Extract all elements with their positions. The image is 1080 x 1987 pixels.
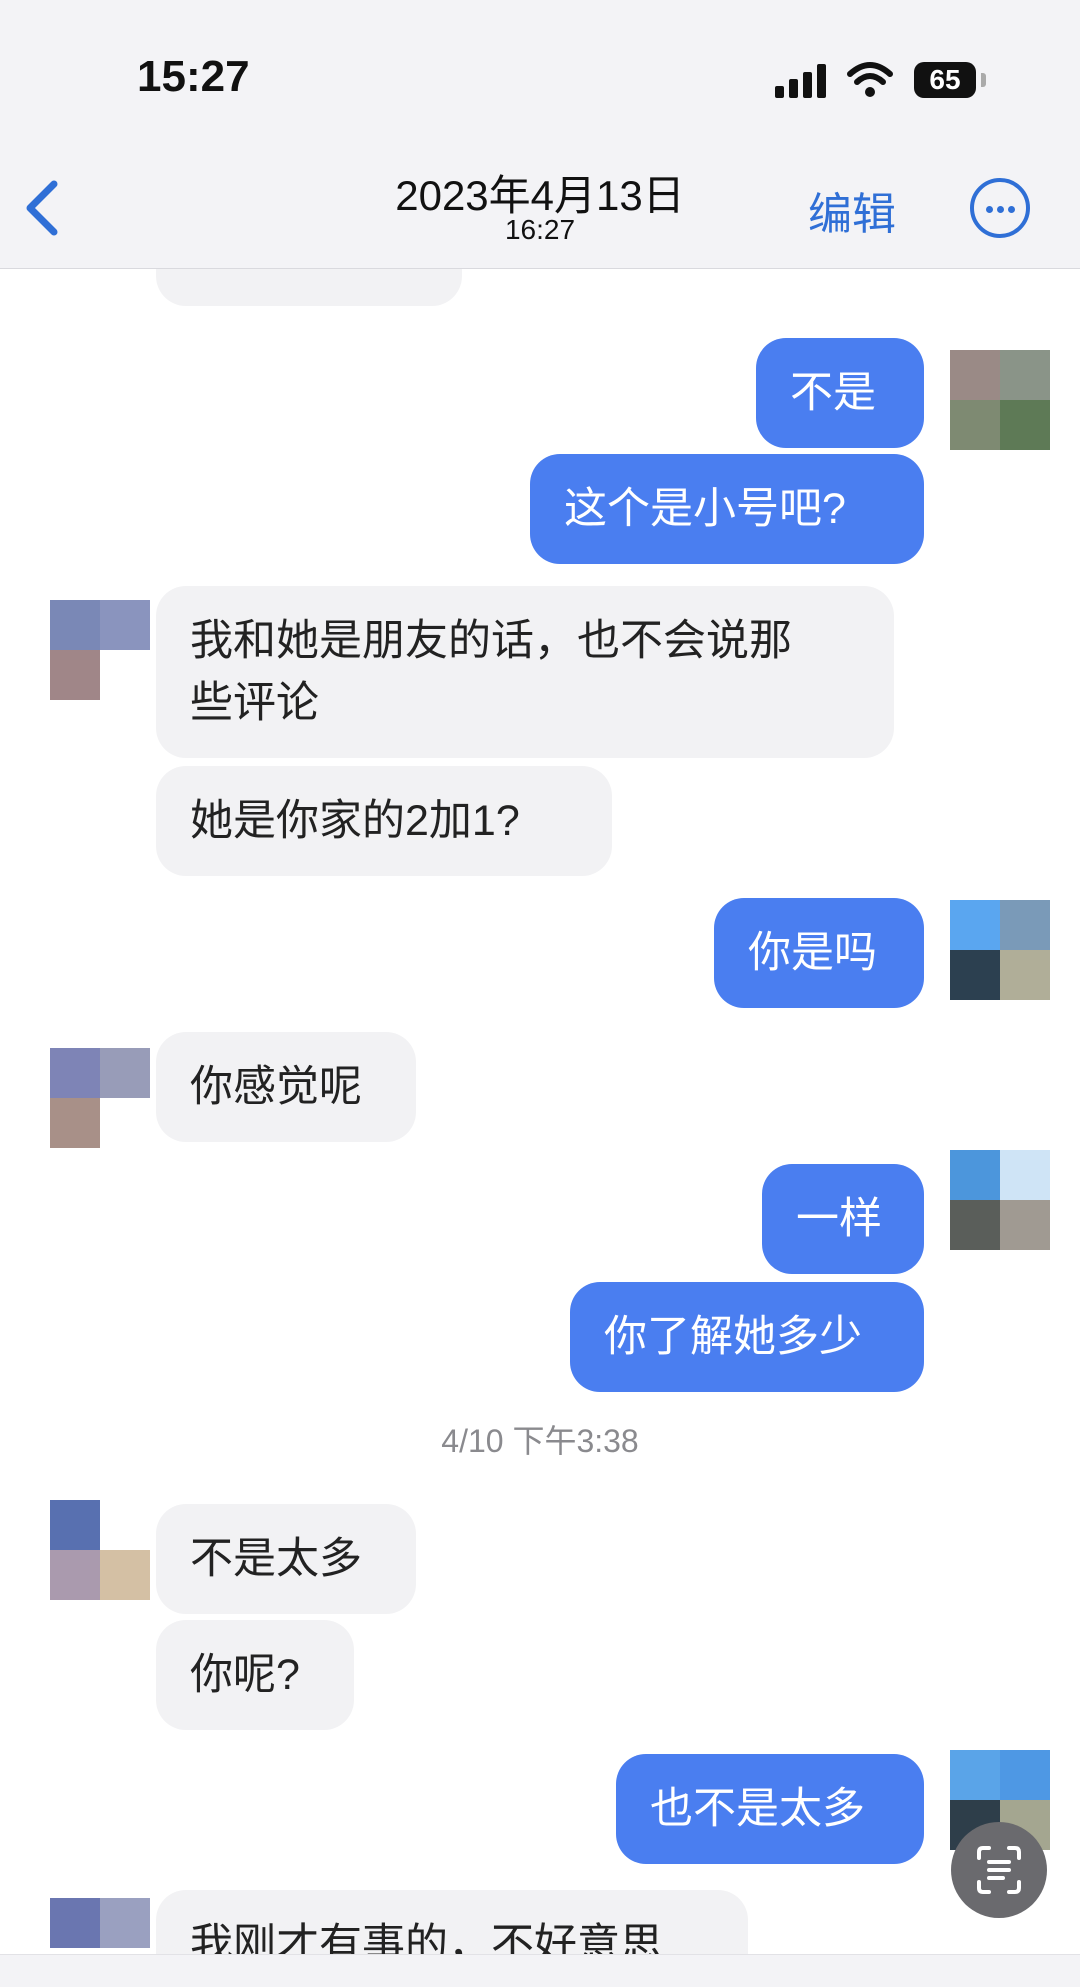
cellular-signal-icon (775, 64, 829, 98)
user-avatar (950, 1150, 1050, 1250)
outgoing-message: 不是 (756, 338, 924, 448)
outgoing-message: 一样 (762, 1164, 924, 1274)
outgoing-message: 你是吗 (714, 898, 924, 1008)
battery-tip (981, 73, 986, 87)
message-line: 些评论 (190, 679, 319, 727)
ellipsis-circle-icon[interactable] (970, 178, 1030, 238)
wifi-icon (847, 62, 893, 97)
contact-avatar (50, 600, 150, 700)
incoming-message: 你感觉呢 (156, 1032, 416, 1142)
timestamp-divider: 4/10 下午3:38 (441, 1423, 639, 1459)
bottom-toolbar-edge (0, 1954, 1080, 1987)
contact-avatar (50, 1500, 150, 1600)
incoming-message: 我刚才有事的，不好意思 (156, 1890, 748, 1954)
outgoing-message: 这个是小号吧? (530, 454, 924, 564)
message-line: 我和她是朋友的话，也不会说那 (190, 617, 792, 665)
outgoing-message: 你了解她多少 (570, 1282, 924, 1392)
incoming-message: 她是你家的2加1? (156, 766, 612, 876)
page-subtitle: 16:27 (504, 214, 576, 245)
outgoing-message: 也不是太多 (616, 1754, 924, 1864)
incoming-message: 不是太多 (156, 1504, 416, 1614)
status-time: 15:27 (137, 52, 250, 101)
user-avatar (950, 350, 1050, 450)
navigation-bar: 15:27 65 2023年4月13日 16:27 编辑 (0, 0, 1080, 269)
user-avatar (950, 900, 1050, 1000)
chevron-left-icon[interactable] (20, 178, 64, 238)
edit-button[interactable]: 编辑 (808, 178, 896, 242)
battery-indicator: 65 (914, 62, 976, 98)
incoming-message: 我和她是朋友的话，也不会说那 些评论 (156, 586, 894, 758)
incoming-message: 你呢? (156, 1620, 354, 1730)
message-clip: 我刚才有事的，不好意思 (0, 1890, 1080, 1954)
text-scan-icon[interactable] (951, 1822, 1047, 1918)
text-scan-glyph (977, 1846, 1021, 1894)
contact-avatar (50, 1048, 150, 1148)
